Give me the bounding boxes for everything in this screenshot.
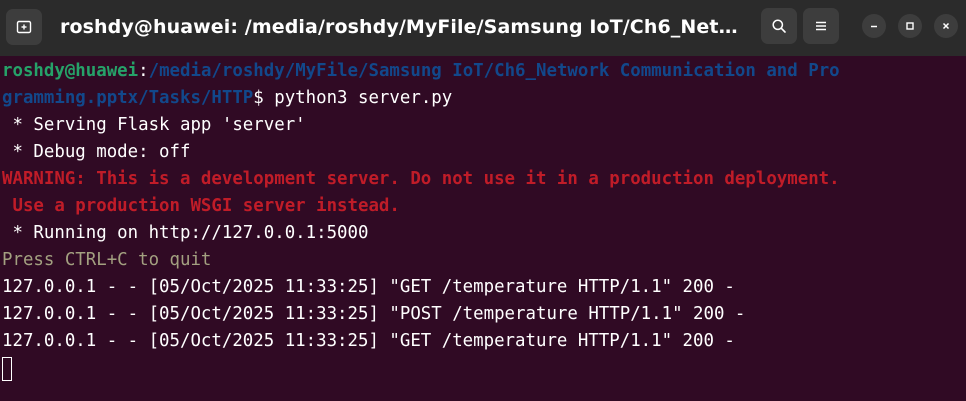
terminal-cursor [2,357,12,381]
maximize-icon [906,22,914,30]
warning-line-1: WARNING: This is a development server. D… [2,169,840,189]
new-tab-button[interactable] [6,9,42,45]
minimize-icon [871,25,877,28]
prompt-dollar: $ [253,88,275,108]
search-button[interactable] [761,8,797,44]
new-tab-icon [16,20,32,34]
minimize-button[interactable] [862,14,886,38]
hamburger-menu-icon [816,21,826,31]
terminal-output[interactable]: roshdy@huawei:/media/roshdy/MyFile/Samsu… [0,56,966,401]
output-quit-hint: Press CTRL+C to quit [2,250,212,270]
cursor-line [0,355,966,382]
window-title: roshdy@huawei: /media/roshdy/MyFile/Sams… [60,16,750,38]
command-text: python3 server.py [274,88,453,108]
log-line: 127.0.0.1 - - [05/Oct/2025 11:33:25] "GE… [2,331,735,351]
terminal-window: roshdy@huawei: /media/roshdy/MyFile/Sams… [0,0,966,401]
prompt-colon: : [138,61,149,81]
menu-button[interactable] [803,8,839,44]
log-line: 127.0.0.1 - - [05/Oct/2025 11:33:25] "PO… [2,304,746,324]
prompt-user: roshdy@huawei [2,61,139,81]
prompt-path-part-1: /media/roshdy/MyFile/Samsung IoT/Ch6_Net… [148,61,840,81]
output-serving: * Serving Flask app 'server' [2,115,306,135]
log-line: 127.0.0.1 - - [05/Oct/2025 11:33:25] "GE… [2,277,735,297]
prompt-line-2: gramming.pptx/Tasks/HTTP$ python3 server… [0,85,966,112]
prompt-line-1: roshdy@huawei:/media/roshdy/MyFile/Samsu… [0,58,966,85]
prompt-path-part-2: gramming.pptx/Tasks/HTTP [2,88,254,108]
output-debug: * Debug mode: off [2,142,191,162]
output-running: * Running on http://127.0.0.1:5000 [2,223,369,243]
maximize-button[interactable] [898,14,922,38]
search-icon [772,19,786,33]
title-bar[interactable]: roshdy@huawei: /media/roshdy/MyFile/Sams… [0,0,966,56]
close-icon [942,22,950,30]
close-button[interactable] [934,14,958,38]
warning-line-2: Use a production WSGI server instead. [2,196,400,216]
